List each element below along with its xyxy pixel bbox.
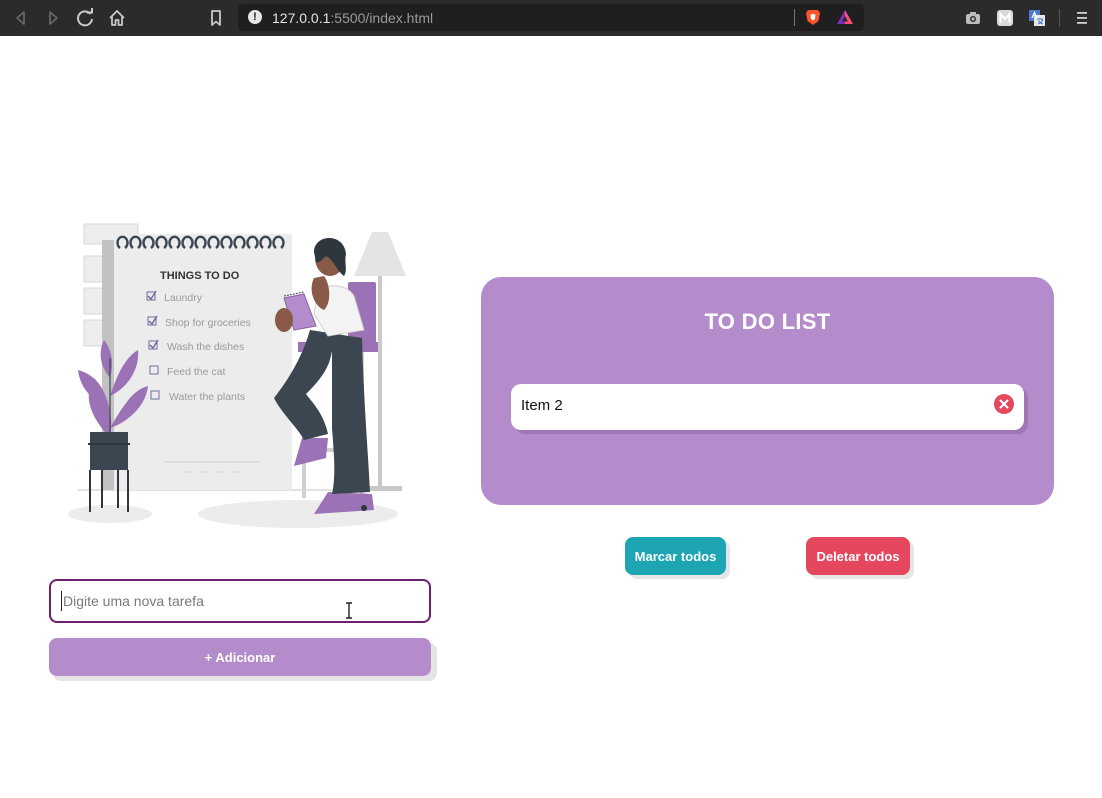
- todo-illustration: THINGS TO DO Laundry Shop for groceries …: [68, 223, 406, 528]
- translate-icon[interactable]: [1028, 9, 1046, 27]
- url-text: 127.0.0.1:5500/index.html: [272, 10, 434, 26]
- brave-shields-icon[interactable]: [804, 8, 822, 26]
- todo-item[interactable]: Item 2: [511, 384, 1024, 430]
- illustration-item: Water the plants: [169, 391, 245, 403]
- illustration-item: Feed the cat: [167, 366, 225, 378]
- back-icon[interactable]: [9, 6, 33, 30]
- home-icon[interactable]: [105, 6, 129, 30]
- text-cursor-icon: [346, 602, 352, 619]
- illustration-heading: THINGS TO DO: [160, 270, 240, 282]
- todo-card: TO DO LIST Item 2: [481, 277, 1054, 505]
- mark-all-button[interactable]: Marcar todos: [625, 537, 726, 575]
- todo-title: TO DO LIST: [704, 309, 831, 334]
- forward-icon[interactable]: [41, 6, 65, 30]
- todo-item-text: Item 2: [521, 397, 563, 414]
- camera-icon[interactable]: [964, 9, 982, 27]
- extension-m-icon[interactable]: [996, 9, 1014, 27]
- reload-icon[interactable]: [73, 6, 97, 30]
- address-bar[interactable]: ! 127.0.0.1:5500/index.html: [238, 4, 864, 31]
- site-info-icon[interactable]: !: [248, 10, 262, 24]
- brave-rewards-icon[interactable]: [836, 9, 854, 25]
- new-task-input[interactable]: [49, 579, 431, 623]
- add-task-button[interactable]: + Adicionar: [49, 638, 431, 676]
- url-divider: [794, 9, 795, 26]
- illustration-item: Shop for groceries: [165, 317, 251, 329]
- text-caret: [61, 591, 62, 611]
- browser-toolbar: ! 127.0.0.1:5500/index.html: [0, 0, 1102, 36]
- illustration-item: Laundry: [164, 292, 203, 304]
- delete-all-button[interactable]: Deletar todos: [806, 537, 910, 575]
- delete-item-icon[interactable]: [994, 394, 1014, 414]
- toolbar-divider: [1059, 9, 1060, 27]
- bookmark-icon[interactable]: [204, 6, 228, 30]
- menu-icon[interactable]: [1074, 9, 1090, 27]
- illustration-item: Wash the dishes: [167, 341, 244, 353]
